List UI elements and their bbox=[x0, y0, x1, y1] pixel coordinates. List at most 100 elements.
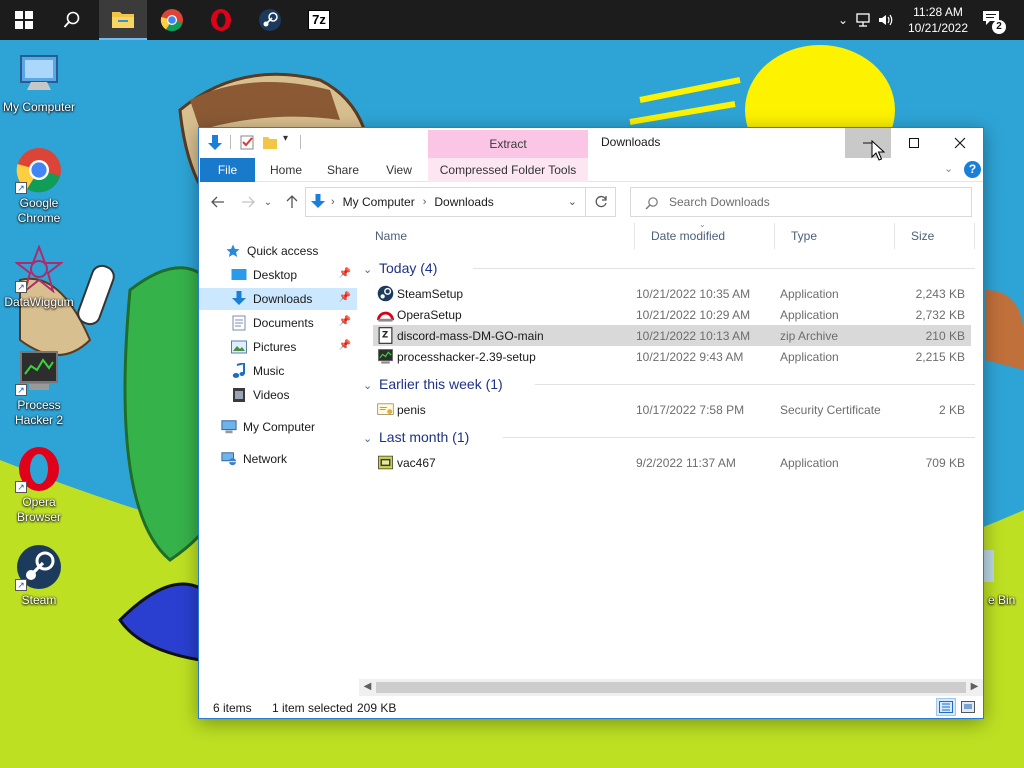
help-icon[interactable]: ? bbox=[964, 161, 981, 178]
zip-archive-icon: Z bbox=[378, 327, 393, 344]
volume-icon[interactable] bbox=[878, 13, 894, 27]
scrollbar-thumb[interactable] bbox=[376, 682, 966, 693]
refresh-button[interactable] bbox=[585, 187, 616, 217]
horizontal-scrollbar[interactable]: ◀ ▶ bbox=[359, 679, 983, 696]
group-label: Today (4) bbox=[379, 260, 438, 276]
nav-music[interactable]: Music bbox=[199, 360, 357, 382]
file-row[interactable]: processhacker-2.39-setup 10/21/2022 9:43… bbox=[373, 346, 971, 367]
window-title: Downloads bbox=[601, 135, 661, 149]
tab-compressed-folder-tools[interactable]: Compressed Folder Tools bbox=[428, 158, 588, 182]
properties-icon[interactable] bbox=[239, 134, 255, 150]
recent-locations-chevron-icon[interactable]: ⌄ bbox=[261, 191, 275, 213]
column-header-type[interactable]: Type bbox=[775, 223, 895, 249]
file-row[interactable]: Z discord-mass-DM-GO-main 10/21/2022 10:… bbox=[373, 325, 971, 346]
arrow-up-icon bbox=[286, 195, 298, 208]
tab-file[interactable]: File bbox=[200, 158, 255, 182]
sort-chevron-icon: ⌄ bbox=[699, 220, 706, 229]
desktop-icon-opera[interactable]: ↗ Opera Browser bbox=[1, 445, 77, 525]
desktop-icon-datawiggum[interactable]: ↗ DataWiggum bbox=[1, 244, 77, 310]
taskbar: 7z ⌄ 11:28 AM 10/21/2022 2 bbox=[0, 0, 1024, 40]
process-hacker-icon bbox=[378, 349, 393, 364]
pin-icon: 📌 bbox=[338, 316, 351, 327]
forward-button[interactable] bbox=[237, 191, 259, 213]
nav-my-computer[interactable]: My Computer bbox=[199, 416, 357, 438]
file-name: processhacker-2.39-setup bbox=[397, 350, 536, 364]
address-history-chevron-icon[interactable]: ⌄ bbox=[568, 195, 577, 208]
up-button[interactable] bbox=[281, 191, 303, 213]
taskbar-opera[interactable] bbox=[197, 0, 245, 40]
file-row[interactable]: penis 10/17/2022 7:58 PM Security Certif… bbox=[373, 399, 971, 420]
status-bar: 6 items 1 item selected 209 KB bbox=[199, 696, 983, 718]
scroll-right-arrow-icon[interactable]: ▶ bbox=[966, 681, 983, 692]
nav-quick-access[interactable]: Quick access bbox=[199, 240, 357, 262]
taskbar-7zip[interactable]: 7z bbox=[295, 0, 343, 40]
tab-view[interactable]: View bbox=[375, 158, 423, 182]
column-header-size[interactable]: Size bbox=[895, 223, 975, 249]
details-view-button[interactable] bbox=[936, 698, 956, 716]
column-header-name[interactable]: Name bbox=[359, 223, 635, 249]
pin-icon: 📌 bbox=[338, 268, 351, 279]
group-header-last-month[interactable]: ⌄ Last month (1) bbox=[363, 426, 975, 448]
nav-desktop[interactable]: Desktop 📌 bbox=[199, 264, 357, 286]
computer-icon bbox=[20, 55, 58, 90]
file-date: 10/21/2022 9:43 AM bbox=[636, 350, 744, 364]
videos-icon bbox=[233, 388, 245, 402]
music-icon bbox=[232, 363, 245, 378]
taskbar-steam[interactable] bbox=[246, 0, 294, 40]
taskbar-file-explorer[interactable] bbox=[99, 0, 147, 40]
expand-ribbon-chevron-icon[interactable]: ⌄ bbox=[944, 162, 953, 175]
customize-qat-chevron-icon[interactable]: ▾ bbox=[283, 133, 288, 144]
nav-label: Documents bbox=[253, 316, 314, 330]
file-row[interactable]: vac467 9/2/2022 11:37 AM Application 709… bbox=[373, 452, 971, 473]
file-type: Application bbox=[780, 350, 839, 364]
search-button[interactable] bbox=[48, 0, 96, 40]
desktop-icon-my-computer[interactable]: My Computer bbox=[1, 50, 77, 115]
title-bar[interactable]: ▾ Extract Downloads bbox=[199, 128, 983, 161]
search-input[interactable] bbox=[669, 194, 959, 210]
clock[interactable]: 11:28 AM 10/21/2022 bbox=[902, 4, 974, 36]
pin-icon: 📌 bbox=[338, 340, 351, 351]
network-icon[interactable] bbox=[856, 13, 872, 27]
large-icons-view-button[interactable] bbox=[958, 698, 978, 716]
desktop-icon-label: Steam bbox=[21, 593, 57, 607]
search-box[interactable] bbox=[630, 187, 972, 217]
nav-pictures[interactable]: Pictures 📌 bbox=[199, 336, 357, 358]
file-date: 10/21/2022 10:13 AM bbox=[636, 329, 751, 343]
file-type: Security Certificate bbox=[780, 403, 881, 417]
collapse-chevron-icon: ⌄ bbox=[363, 380, 373, 392]
address-bar[interactable]: › My Computer › Downloads ⌄ bbox=[305, 187, 586, 217]
desktop-icon-steam[interactable]: ↗ Steam bbox=[1, 543, 77, 608]
desktop-icon-label: Process Hacker 2 bbox=[14, 398, 64, 427]
back-button[interactable] bbox=[207, 191, 229, 213]
start-button[interactable] bbox=[0, 0, 48, 40]
show-hidden-icons-chevron-icon[interactable]: ⌄ bbox=[838, 13, 848, 27]
nav-videos[interactable]: Videos bbox=[199, 384, 357, 406]
new-folder-icon[interactable] bbox=[262, 134, 278, 150]
tab-share[interactable]: Share bbox=[319, 158, 367, 182]
certificate-icon bbox=[377, 403, 394, 415]
file-row[interactable]: SteamSetup 10/21/2022 10:35 AM Applicati… bbox=[373, 283, 971, 304]
breadcrumb-my-computer[interactable]: My Computer bbox=[343, 195, 415, 209]
file-name: vac467 bbox=[397, 456, 436, 470]
group-header-earlier-this-week[interactable]: ⌄ Earlier this week (1) bbox=[363, 373, 975, 395]
file-row[interactable]: OperaSetup 10/21/2022 10:29 AM Applicati… bbox=[373, 304, 971, 325]
nav-network[interactable]: Network bbox=[199, 448, 357, 470]
tab-home[interactable]: Home bbox=[261, 158, 311, 182]
breadcrumb-downloads[interactable]: Downloads bbox=[434, 195, 493, 209]
desktop-icon-process-hacker[interactable]: ↗ Process Hacker 2 bbox=[1, 348, 77, 428]
nav-downloads[interactable]: Downloads 📌 bbox=[199, 288, 357, 310]
desktop-icon-google-chrome[interactable]: ↗ Google Chrome bbox=[1, 146, 77, 226]
scroll-left-arrow-icon[interactable]: ◀ bbox=[359, 681, 376, 692]
file-size: 2,732 KB bbox=[915, 308, 965, 322]
file-list: Name Date modified ⌄ Type Size ⌄ Today (4… bbox=[359, 220, 983, 678]
group-header-today[interactable]: ⌄ Today (4) bbox=[363, 257, 975, 279]
close-button[interactable] bbox=[937, 128, 983, 158]
maximize-button[interactable] bbox=[891, 128, 937, 158]
taskbar-chrome[interactable] bbox=[148, 0, 196, 40]
extract-contextual-group[interactable]: Extract bbox=[428, 130, 588, 158]
pin-icon: 📌 bbox=[338, 292, 351, 303]
network-icon bbox=[221, 452, 237, 466]
nav-documents[interactable]: Documents 📌 bbox=[199, 312, 357, 334]
clock-time: 11:28 AM bbox=[913, 5, 963, 19]
downloads-arrow-icon bbox=[311, 194, 325, 208]
